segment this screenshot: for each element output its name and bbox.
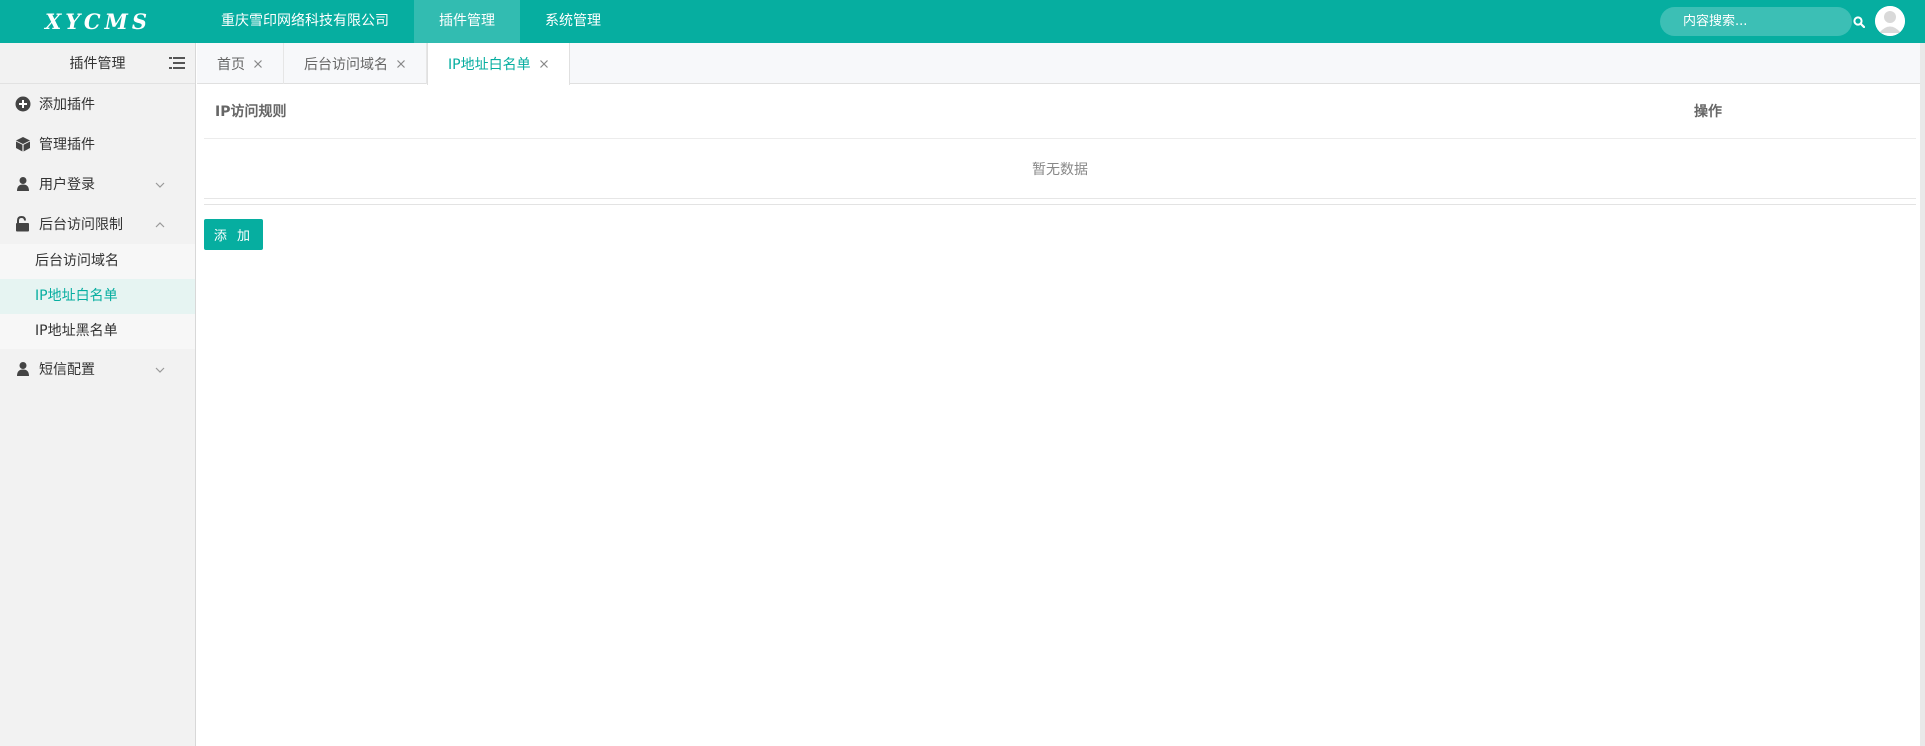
menu-toggle-icon[interactable]	[169, 56, 185, 70]
logo[interactable]: XYCMS	[0, 0, 196, 43]
tab-ip-whitelist[interactable]: IP地址白名单	[427, 43, 570, 85]
sidebar-subitem-ip-blacklist[interactable]: IP地址黑名单	[0, 314, 195, 349]
sidebar-item-label: 用户登录	[39, 177, 95, 193]
tab-label: IP地址白名单	[448, 57, 531, 73]
plus-circle-icon	[14, 96, 31, 113]
add-button[interactable]: 添 加	[204, 219, 263, 250]
sidebar-title: 插件管理	[69, 56, 126, 72]
sidebar-header: 插件管理	[0, 43, 195, 84]
empty-state: 暂无数据	[204, 139, 1916, 199]
user-icon	[14, 176, 31, 193]
sidebar: 插件管理 添加插件 管理插件 用户登录 后台访问限制 后台访问域名 IP地址白名…	[0, 43, 196, 746]
tab-label: 首页	[217, 56, 245, 73]
user-icon	[14, 361, 31, 378]
tab-label: 后台访问域名	[304, 56, 388, 73]
column-header-actions: 操作	[1694, 104, 1722, 120]
sidebar-item-label: 后台访问限制	[39, 217, 123, 233]
tab-backend-domain[interactable]: 后台访问域名	[284, 43, 427, 84]
search-input[interactable]	[1683, 14, 1853, 29]
table-header: IP访问规则 操作	[204, 84, 1916, 139]
sidebar-item-sms-config[interactable]: 短信配置	[0, 349, 195, 389]
sidebar-subitem-backend-domain[interactable]: 后台访问域名	[0, 244, 195, 279]
tab-bar: 首页 后台访问域名 IP地址白名单	[197, 43, 1925, 85]
logo-text: XYCMS	[44, 9, 152, 34]
top-bar: XYCMS 重庆雪印网络科技有限公司 插件管理 系统管理	[0, 0, 1925, 43]
sidebar-item-label: 短信配置	[39, 362, 95, 378]
sidebar-item-user-login[interactable]: 用户登录	[0, 164, 195, 204]
sidebar-item-label: 管理插件	[39, 137, 95, 153]
close-icon[interactable]	[396, 59, 406, 69]
sidebar-subitem-ip-whitelist[interactable]: IP地址白名单	[0, 279, 195, 314]
divider	[204, 199, 1916, 205]
search-icon[interactable]	[1853, 15, 1865, 29]
sidebar-item-backend-access-limit[interactable]: 后台访问限制	[0, 204, 195, 244]
user-avatar-icon[interactable]	[1875, 6, 1905, 36]
close-icon[interactable]	[539, 59, 549, 69]
scrollbar-track[interactable]	[1920, 43, 1925, 746]
sidebar-item-add-plugin[interactable]: 添加插件	[0, 84, 195, 124]
top-nav: 重庆雪印网络科技有限公司 插件管理 系统管理	[196, 0, 626, 43]
chevron-up-icon	[155, 218, 165, 228]
search-box	[1660, 7, 1865, 36]
main-content: IP访问规则 操作 暂无数据 添 加	[204, 84, 1916, 250]
cube-icon	[14, 136, 31, 153]
close-icon[interactable]	[253, 59, 263, 69]
sidebar-item-label: 添加插件	[39, 97, 95, 113]
top-nav-item-company[interactable]: 重庆雪印网络科技有限公司	[196, 0, 414, 43]
top-nav-item-system[interactable]: 系统管理	[520, 0, 626, 43]
chevron-down-icon	[155, 178, 165, 188]
top-nav-item-plugins[interactable]: 插件管理	[414, 0, 520, 43]
column-header-ip-rule: IP访问规则	[215, 104, 287, 120]
chevron-down-icon	[155, 363, 165, 373]
unlock-icon	[14, 216, 31, 233]
tab-home[interactable]: 首页	[197, 43, 284, 84]
sidebar-item-manage-plugin[interactable]: 管理插件	[0, 124, 195, 164]
